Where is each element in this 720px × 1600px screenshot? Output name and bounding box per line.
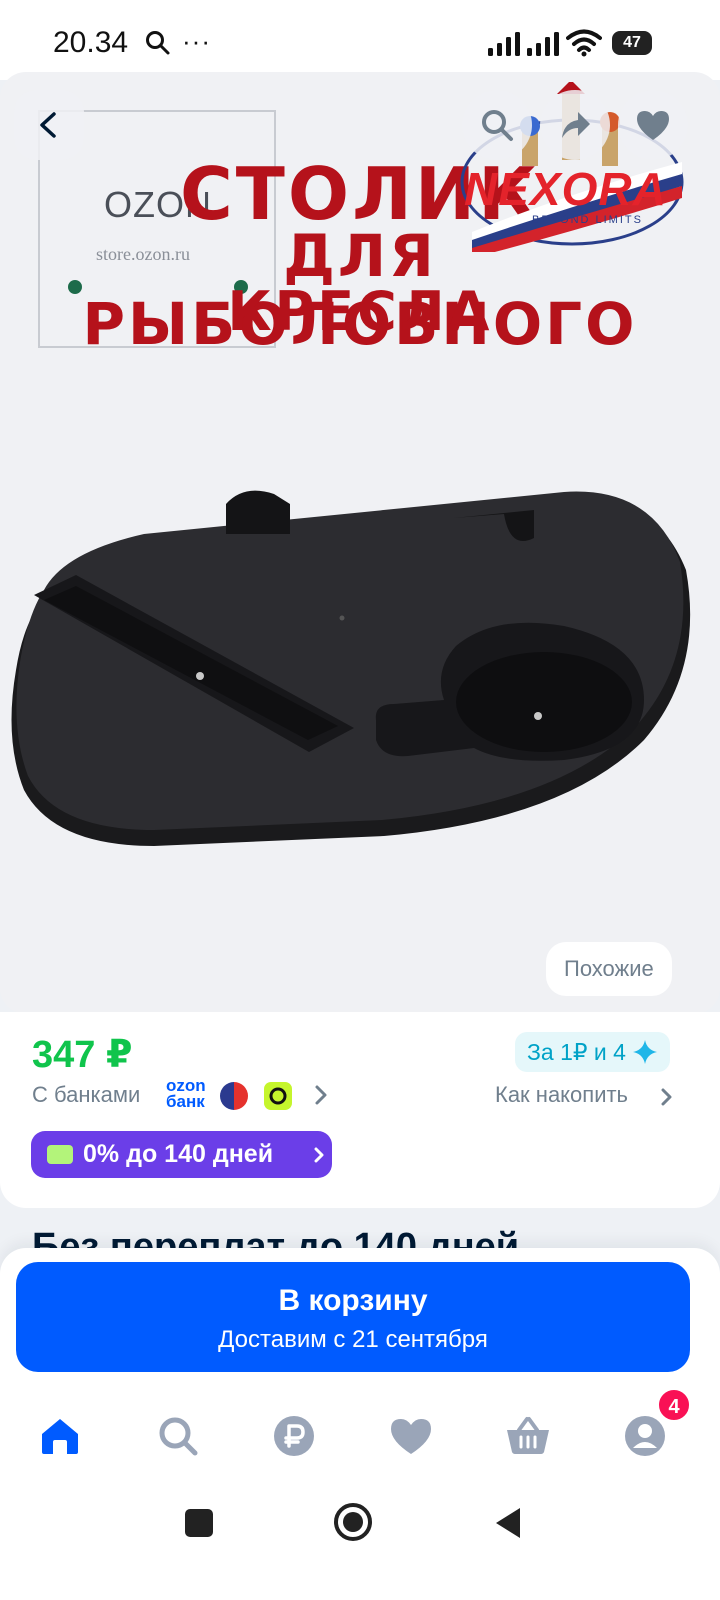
share-button[interactable] [540, 90, 610, 160]
status-bar: 20.34 ··· 47 [0, 0, 720, 80]
cell-signal-2-icon [527, 32, 559, 56]
search-icon [482, 110, 513, 141]
how-to-earn-link[interactable]: Как накопить [495, 1082, 628, 1108]
product-page: 20.34 ··· 47 OZON store.ozon.ru СТОЛИК Д… [0, 0, 720, 1600]
basket-icon [507, 1417, 549, 1454]
product-image-tray [11, 490, 691, 846]
heart-icon [391, 1419, 431, 1454]
battery-icon: 47 [612, 31, 652, 55]
profile-icon [625, 1416, 665, 1456]
installment-button[interactable]: 0% до 140 дней [31, 1131, 332, 1178]
chevron-right-icon[interactable] [312, 1084, 330, 1106]
bank-logo-2-icon [264, 1082, 292, 1110]
wifi-icon [566, 29, 602, 57]
gallery-search-button[interactable] [462, 90, 532, 160]
status-search-icon [146, 31, 170, 55]
brand-logo-name: NEXORA [464, 163, 667, 215]
recents-icon[interactable] [184, 1508, 214, 1538]
back-button[interactable] [14, 90, 84, 160]
bonus-points-badge[interactable]: За 1₽ и 4 [515, 1032, 671, 1072]
delivery-date-label: Доставим с 21 сентября [218, 1326, 488, 1353]
share-icon [562, 112, 590, 138]
price-card: 347 ₽ За 1₽ и 4 С банками ozon банк Как … [0, 1012, 720, 1208]
profile-notification-badge: 4 [657, 1388, 691, 1422]
tab-finance[interactable] [264, 1406, 324, 1466]
ruble-icon [274, 1416, 314, 1456]
tab-cart[interactable] [498, 1406, 558, 1466]
bank-logo-icon [220, 1082, 248, 1110]
bonus-points-label: За 1₽ и 4 [527, 1039, 626, 1065]
heart-icon [637, 111, 669, 140]
chevron-right-icon [314, 1147, 324, 1163]
tab-favorites[interactable] [381, 1406, 441, 1466]
brand-logo-tagline: BEYOND LIMITS [532, 214, 643, 226]
add-to-cart-sheet: В корзину Доставим с 21 сентября [0, 1248, 720, 1396]
sparkle-icon [633, 1040, 658, 1064]
status-time: 20.34 [53, 26, 129, 59]
ozon-bank-logo-line2: банк [166, 1092, 205, 1111]
favorite-button[interactable] [618, 90, 688, 160]
chevron-right-icon [661, 1088, 672, 1106]
similar-button[interactable]: Похожие [546, 942, 672, 996]
back-nav-icon[interactable] [494, 1506, 522, 1540]
tab-home[interactable] [30, 1406, 90, 1466]
ozon-bank-logo: ozon банк [166, 1077, 206, 1111]
product-gallery[interactable]: OZON store.ozon.ru СТОЛИК ДЛЯ РЫБОЛОВНОГ… [0, 72, 720, 1014]
cell-signal-icon [488, 32, 520, 56]
add-to-cart-button[interactable]: В корзину Доставим с 21 сентября [16, 1262, 690, 1372]
product-price: 347 ₽ [32, 1034, 133, 1076]
card-icon [47, 1145, 73, 1164]
bottom-tab-bar: 4 [0, 1388, 720, 1478]
home-icon [42, 1419, 78, 1454]
chevron-left-icon [40, 112, 56, 138]
tab-search[interactable] [148, 1406, 208, 1466]
installment-label: 0% до 140 дней [83, 1140, 274, 1168]
banks-label[interactable]: С банками [32, 1082, 140, 1108]
search-icon [159, 1417, 198, 1456]
add-to-cart-label: В корзину [278, 1284, 428, 1317]
home-nav-icon[interactable] [333, 1502, 373, 1542]
status-more-icon: ··· [182, 26, 211, 56]
promo-title-line3: КРЕСЛА [227, 280, 493, 343]
system-nav-bar [0, 1478, 720, 1600]
